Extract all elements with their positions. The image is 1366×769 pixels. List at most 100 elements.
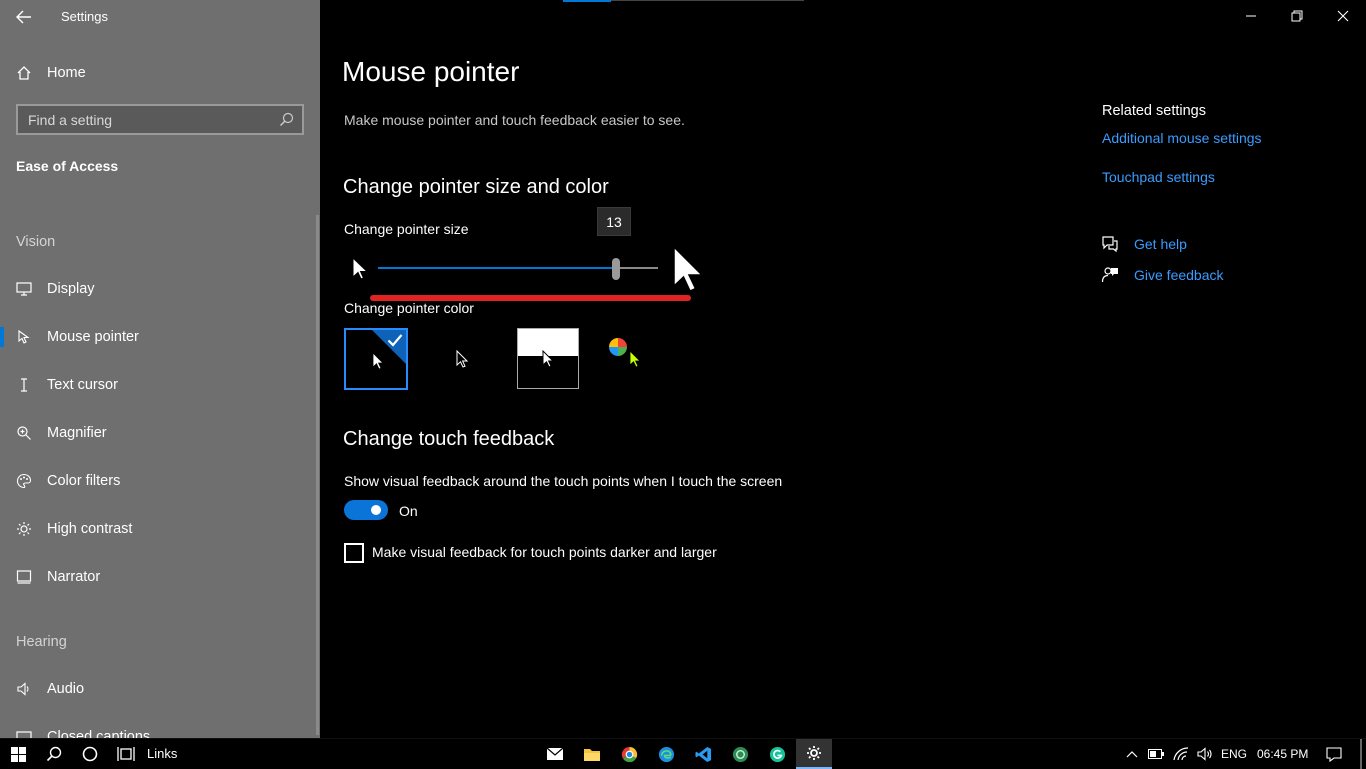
minimize-button[interactable] <box>1228 0 1274 32</box>
sidebar-item-label: Color filters <box>47 473 121 489</box>
network-button[interactable] <box>1170 739 1192 769</box>
get-help-link[interactable]: Get help <box>1134 236 1187 252</box>
inverted-pointer-icon <box>542 350 555 368</box>
sidebar-item-text-cursor[interactable]: Text cursor <box>0 365 320 405</box>
sidebar-item-display[interactable]: Display <box>0 269 320 309</box>
monitor-icon <box>0 282 47 296</box>
sidebar-item-label: Home <box>47 65 86 81</box>
search-icon <box>46 746 62 762</box>
related-settings-heading: Related settings <box>1102 103 1206 119</box>
sidebar-item-label: Magnifier <box>47 425 107 441</box>
gear-icon <box>807 746 821 760</box>
pointer-color-black-option[interactable] <box>430 328 494 390</box>
chrome-icon <box>621 746 637 762</box>
clock[interactable]: 06:45 PM <box>1257 747 1308 761</box>
custom-color-pointer-icon <box>629 350 641 368</box>
back-arrow-icon <box>16 10 31 24</box>
sidebar-item-label: Closed captions <box>47 729 151 738</box>
links-toolbar-label[interactable]: Links <box>147 746 177 761</box>
close-button[interactable] <box>1320 0 1366 32</box>
grammarly-button[interactable] <box>759 739 795 769</box>
app-green-button[interactable] <box>722 739 758 769</box>
sidebar-scrollbar[interactable] <box>316 215 319 735</box>
file-explorer-button[interactable] <box>574 739 610 769</box>
mail-app-button[interactable] <box>537 739 573 769</box>
touch-feedback-toggle[interactable] <box>344 500 388 520</box>
sidebar-item-mouse-pointer[interactable]: Mouse pointer <box>0 317 320 357</box>
pointer-size-slider[interactable] <box>378 258 658 280</box>
search-input[interactable] <box>18 110 268 129</box>
sidebar: Settings Home Ease of Access Vision Disp… <box>0 0 320 738</box>
slider-fill <box>378 267 616 269</box>
give-feedback-link[interactable]: Give feedback <box>1134 267 1224 283</box>
pointer-color-inverted-option[interactable] <box>517 328 579 389</box>
darker-larger-checkbox[interactable] <box>344 543 364 563</box>
minimize-icon <box>1246 15 1256 17</box>
touch-feedback-label: Show visual feedback around the touch po… <box>344 473 783 489</box>
color-filters-icon <box>0 473 47 489</box>
pointer-color-custom-option[interactable] <box>600 328 664 390</box>
app-title: Settings <box>61 9 108 24</box>
search-box[interactable] <box>16 104 304 135</box>
volume-button[interactable] <box>1194 739 1216 769</box>
close-icon <box>1337 10 1349 22</box>
page-description: Make mouse pointer and touch feedback ea… <box>344 112 685 128</box>
language-indicator[interactable]: ENG <box>1221 747 1247 761</box>
section-heading-size-color: Change pointer size and color <box>343 176 609 198</box>
notification-icon <box>1326 746 1342 762</box>
folder-icon <box>584 748 600 761</box>
home-icon <box>0 65 47 81</box>
settings-app-button[interactable] <box>796 739 832 769</box>
show-desktop-button[interactable] <box>1360 739 1362 769</box>
task-view-button[interactable] <box>108 739 144 769</box>
sidebar-item-closed-captions[interactable]: Closed captions <box>0 717 320 738</box>
restore-button[interactable] <box>1274 0 1320 32</box>
audio-icon <box>0 681 47 697</box>
sidebar-item-color-filters[interactable]: Color filters <box>0 461 320 501</box>
wifi-icon <box>1173 747 1189 761</box>
large-pointer-icon <box>673 245 704 292</box>
group-header-vision: Vision <box>16 234 56 250</box>
sidebar-item-narrator[interactable]: Narrator <box>0 557 320 597</box>
restore-icon <box>1291 10 1303 22</box>
cortana-button[interactable] <box>72 739 108 769</box>
color-wheel-icon <box>609 338 627 356</box>
pointer-color-white-option[interactable] <box>344 328 408 390</box>
taskbar-search-button[interactable] <box>36 739 72 769</box>
back-button[interactable] <box>10 5 38 29</box>
vscode-icon <box>694 746 711 762</box>
chrome-button[interactable] <box>611 739 647 769</box>
sidebar-item-label: Text cursor <box>47 377 118 393</box>
page-title: Mouse pointer <box>342 56 520 87</box>
edge-button[interactable] <box>648 739 684 769</box>
magnifier-icon <box>0 425 47 441</box>
battery-icon <box>1148 749 1164 759</box>
sidebar-item-high-contrast[interactable]: High contrast <box>0 509 320 549</box>
white-pointer-icon <box>372 352 384 370</box>
grammarly-icon <box>769 746 785 762</box>
slider-thumb[interactable] <box>612 258 620 280</box>
mouse-pointer-icon <box>0 329 47 345</box>
start-button[interactable] <box>0 739 36 769</box>
cortana-circle-icon <box>82 746 98 762</box>
sidebar-item-label: Mouse pointer <box>47 329 139 345</box>
sidebar-item-magnifier[interactable]: Magnifier <box>0 413 320 453</box>
touchpad-settings-link[interactable]: Touchpad settings <box>1102 169 1215 185</box>
search-icon <box>280 112 294 126</box>
taskbar: Links ENG 06:45 PM <box>0 738 1366 769</box>
show-hidden-icons-button[interactable] <box>1122 739 1142 769</box>
high-contrast-icon <box>0 521 47 537</box>
mail-icon <box>546 747 564 760</box>
task-view-icon <box>117 747 135 761</box>
sidebar-item-home[interactable]: Home <box>0 53 320 93</box>
speaker-icon <box>1197 747 1212 761</box>
sidebar-item-label: Narrator <box>47 569 101 585</box>
black-pointer-icon <box>456 350 469 368</box>
additional-mouse-settings-link[interactable]: Additional mouse settings <box>1102 130 1262 146</box>
battery-button[interactable] <box>1145 739 1167 769</box>
checkbox-label: Make visual feedback for touch points da… <box>372 544 717 560</box>
vscode-button[interactable] <box>685 739 721 769</box>
toggle-state-text: On <box>399 503 418 519</box>
action-center-button[interactable] <box>1320 739 1348 769</box>
sidebar-item-audio[interactable]: Audio <box>0 669 320 709</box>
